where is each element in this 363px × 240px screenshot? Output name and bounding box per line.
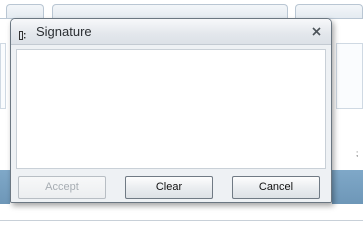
accept-button[interactable]: Accept (18, 176, 106, 199)
clear-button[interactable]: Clear (125, 176, 213, 199)
signature-dialog: Signature Accept Clear Cancel (10, 18, 332, 203)
background-box-left (0, 43, 6, 109)
close-button[interactable] (309, 24, 323, 38)
background-bar-right (332, 170, 363, 204)
signature-icon (19, 27, 29, 40)
dialog-body: Accept Clear Cancel (11, 45, 331, 202)
background-divider (0, 220, 363, 221)
background-bar-left (0, 170, 10, 204)
background-header-strip (0, 0, 363, 20)
close-icon (311, 26, 321, 36)
dialog-title: Signature (36, 24, 92, 39)
background-box-right (336, 43, 363, 109)
dialog-titlebar[interactable]: Signature (11, 19, 331, 45)
cancel-button[interactable]: Cancel (232, 176, 320, 199)
background-mark: ; (356, 149, 359, 158)
signature-pad[interactable] (16, 49, 326, 169)
